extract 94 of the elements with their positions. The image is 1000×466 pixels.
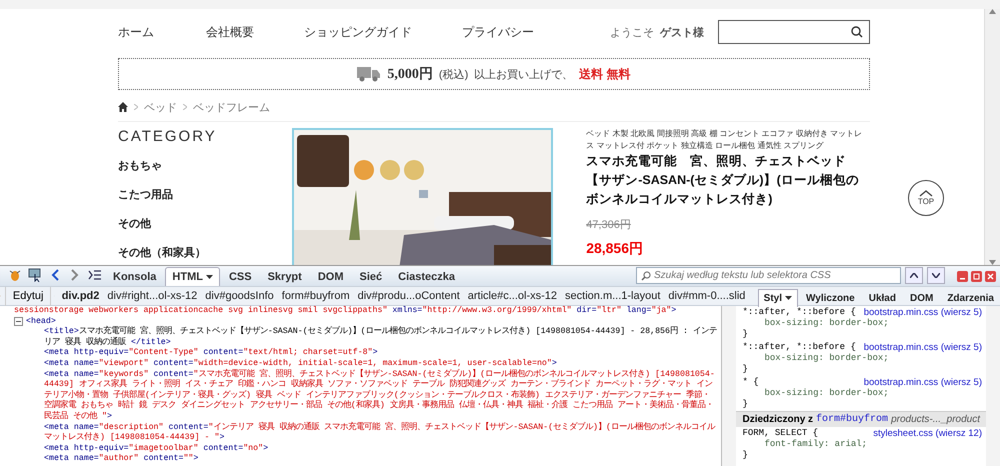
breadcrumb-link[interactable]: ベッドフレーム	[193, 100, 270, 114]
product-title: スマホ充電可能 宮、照明、チェストベッド【サザン-SASAN-(セミダブル)】(ロール梱包のボンネルコイルマットレス付き)	[586, 153, 860, 208]
edit-button[interactable]: Edytuj	[4, 286, 52, 306]
nav-link[interactable]: 会社概要	[206, 24, 254, 40]
closing-brace: }	[742, 399, 749, 410]
devtools-tab[interactable]: CSS	[222, 267, 259, 286]
nav-link[interactable]: プライバシー	[462, 24, 534, 40]
inherited-label: Dziedziczony z	[742, 414, 814, 425]
element-crumb[interactable]: div.pd2	[58, 290, 104, 302]
code-line: <meta name="viewport" content="width=device-width, initial-scale=1, maximum-scale=1, user-scalable=no">	[43, 358, 558, 368]
back-to-top-button[interactable]: TOP	[908, 180, 944, 216]
product-keywords: ベッド 木製 北欧風 間接照明 高級 棚 コンセント エコファ 収納付き マットレス マットレス付 ポケット 独立構造 ロール梱包 通気性 スプリング	[586, 128, 864, 152]
square-icon	[973, 273, 980, 280]
panel-tab[interactable]: DOM	[904, 288, 940, 306]
home-icon[interactable]	[118, 102, 128, 112]
nav-link[interactable]: ショッピングガイド	[304, 24, 412, 40]
category-link[interactable]: その他（和家具）	[118, 238, 292, 265]
code-line: sessionstorage webworkers applicationcache svg inlinesvg smil svgclippaths" xmlns="http://www.w3.org/1999/xhtml" dir="ltr" lang="ja">	[14, 306, 678, 317]
panel-tab[interactable]: Styl	[758, 288, 798, 306]
dropdown-icon	[206, 275, 213, 279]
minimize-button[interactable]	[957, 271, 968, 282]
category-link[interactable]: その他	[118, 209, 292, 238]
chevron-up-icon	[910, 273, 918, 278]
element-link[interactable]: form#buyfrom	[816, 414, 888, 425]
truck-icon	[357, 66, 382, 82]
panel-tab[interactable]: Zdarzenia	[941, 288, 1000, 306]
next-button[interactable]	[927, 267, 945, 284]
devtools-tab[interactable]: Ciasteczka	[391, 267, 462, 286]
detach-button[interactable]	[971, 271, 982, 282]
close-button[interactable]	[985, 271, 996, 282]
collapse-icon[interactable]	[14, 317, 23, 326]
devtools-tab[interactable]: DOM	[310, 267, 350, 286]
chevron-icon	[134, 104, 138, 110]
css-declaration: box-sizing: border-box;	[763, 388, 890, 399]
element-crumb[interactable]: div#goodsInfo	[201, 290, 278, 302]
element-crumb[interactable]: form#buyfrom	[278, 290, 354, 302]
search-icon	[641, 270, 651, 280]
code-line: <meta http-equiv="Content-Type" content="text/html; charset=utf-8">	[43, 348, 379, 359]
chevron-up-icon	[919, 190, 933, 197]
element-crumb[interactable]: article#c...ol-xs-12	[464, 290, 562, 302]
source-link[interactable]: bootstrap.min.css (wiersz 5)	[864, 377, 982, 388]
scroll-up-icon[interactable]	[989, 9, 996, 14]
chevron-icon	[183, 104, 187, 110]
devtools-tab[interactable]: Sieć	[352, 267, 390, 286]
category-link[interactable]: おもちゃ	[118, 151, 292, 180]
closing-brace: }	[742, 329, 749, 340]
search-icon	[851, 26, 863, 38]
devtools-tab[interactable]: Konsola	[106, 267, 164, 286]
shipping-amount: 5,000円	[387, 66, 433, 83]
code-line[interactable]: <head>	[26, 316, 56, 328]
previous-button[interactable]	[905, 267, 923, 284]
devtools-tab[interactable]: Skrypt	[260, 267, 309, 286]
source-link[interactable]: bootstrap.min.css (wiersz 5)	[864, 342, 982, 353]
search-field[interactable]: Szukaj według tekstu lub selektora CSS	[636, 267, 901, 284]
code-line: <meta http-equiv="imagetoolbar" content="no">	[43, 444, 270, 454]
category-link[interactable]: こたつ用品	[118, 180, 292, 209]
element-classes: products-..._product	[891, 414, 980, 425]
css-declaration: box-sizing: border-box;	[763, 318, 890, 329]
panel-tab[interactable]: Układ	[862, 288, 902, 306]
element-crumb[interactable]: div#produ...oContent	[354, 290, 464, 302]
source-link[interactable]: bootstrap.min.css (wiersz 5)	[864, 307, 982, 318]
old-price: 47,306円	[586, 218, 632, 232]
element-crumb[interactable]: section.m...1-layout	[561, 290, 664, 302]
css-declaration: font-family: arial;	[763, 439, 868, 450]
free-shipping: 送料 無料	[579, 66, 631, 82]
search-field[interactable]	[718, 20, 870, 44]
element-crumb[interactable]: div#mm-0....slid	[664, 290, 750, 302]
chevron-down-icon	[932, 273, 940, 278]
closing-brace: }	[742, 450, 749, 461]
welcome-text: ようこそ	[610, 26, 654, 40]
source-link[interactable]: stylesheet.css (wiersz 12)	[873, 428, 982, 439]
devtools-tab[interactable]: HTML	[165, 267, 220, 286]
breadcrumb-link[interactable]: ベッド	[144, 100, 177, 114]
sale-price: 28,856円	[586, 240, 644, 258]
category-title: CATEGORY	[118, 128, 218, 145]
nav-link[interactable]: ホーム	[118, 24, 154, 40]
tax-note: (税込)	[438, 68, 468, 82]
shipping-text: 以上お買い上げで、	[474, 68, 574, 82]
scrollbar[interactable]	[986, 306, 1000, 466]
minus-icon	[16, 319, 21, 324]
close-icon	[987, 273, 994, 280]
css-selector: *::after, *::before {	[742, 342, 856, 353]
closing-brace: }	[742, 364, 749, 375]
element-crumb[interactable]: div#right...ol-xs-12	[103, 290, 202, 302]
css-selector: FORM, SELECT {	[742, 428, 818, 439]
dropdown-icon	[785, 296, 792, 300]
panel-tab[interactable]: Wyliczone	[800, 288, 861, 306]
code-line: <meta name="author" content="">	[43, 454, 200, 465]
css-selector: * {	[742, 377, 759, 388]
css-selector: *::after, *::before {	[742, 307, 856, 318]
user-name: ゲスト様	[660, 26, 704, 40]
scrollbar[interactable]	[722, 306, 736, 466]
css-declaration: box-sizing: border-box;	[763, 353, 890, 364]
scrollbar[interactable]	[984, 9, 1000, 265]
